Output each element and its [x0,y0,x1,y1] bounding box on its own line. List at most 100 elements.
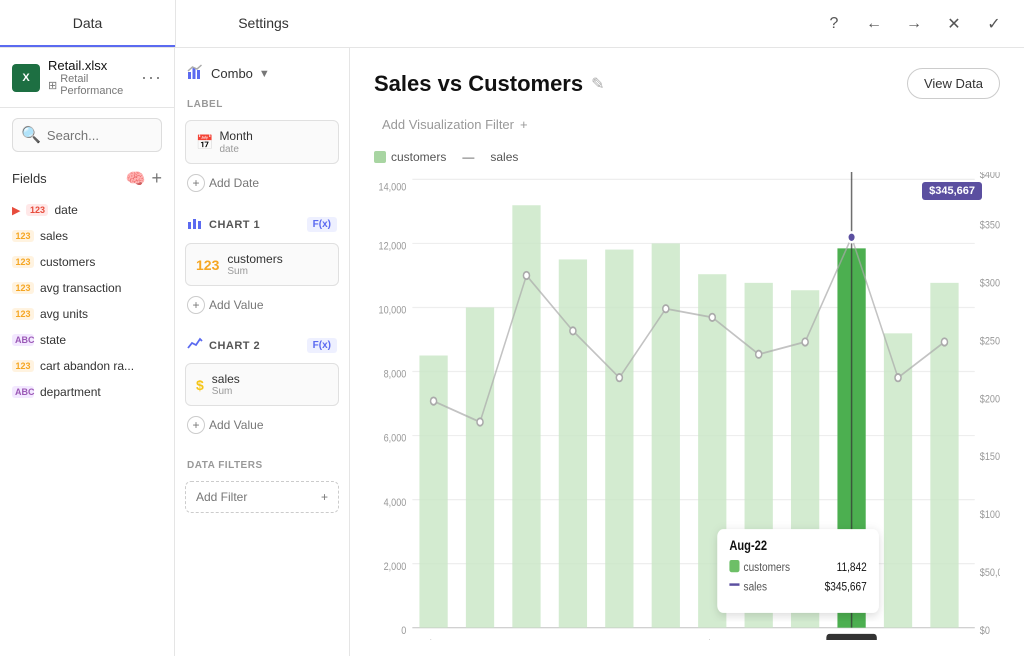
legend-sales-label: sales [490,150,518,164]
add-field-icon[interactable]: + [151,168,162,189]
svg-text:$200,000: $200,000 [980,394,1000,406]
chart1-add-value-btn[interactable]: + Add Value [175,290,349,320]
svg-text:Feb-22: Feb-22 [698,639,727,640]
legend-customers-label: customers [391,150,446,164]
svg-text:Aug-22: Aug-22 [837,639,867,640]
customers-value-card[interactable]: 123 customers Sum [185,243,339,286]
main-content: X Retail.xlsx ⊞ Retail Performance ··· 🔍… [0,48,1024,656]
tab-data[interactable]: Data [0,0,175,47]
svg-text:Feb-21: Feb-21 [419,639,448,640]
field-item-department[interactable]: ABC department [0,379,174,405]
svg-text:11,842: 11,842 [837,561,867,574]
customers-value-title: customers [227,252,282,266]
svg-text:sales: sales [744,581,768,594]
field-item-avg-units[interactable]: 123 avg units [0,301,174,327]
file-menu-icon[interactable]: ··· [141,67,162,88]
field-type-avg-transaction: 123 [12,282,34,294]
field-item-cart-abandon[interactable]: 123 cart abandon ra... [0,353,174,379]
svg-text:$50,000: $50,000 [980,567,1000,579]
svg-text:8,000: 8,000 [384,369,407,381]
svg-text:$300,000: $300,000 [980,278,1000,290]
field-name-sales: sales [40,229,68,243]
top-bar: Data Settings ? ← → ✕ ✓ [0,0,1024,48]
combo-chevron-icon: ▼ [259,68,270,80]
add-filter-btn[interactable]: Add Filter + [185,481,339,513]
combo-chart-icon [187,62,205,85]
add-viz-filter-label: Add Visualization Filter [382,117,514,132]
chart2-add-icon: + [187,416,205,434]
combo-label: Combo [211,66,253,81]
svg-text:Oct-21: Oct-21 [606,639,634,640]
brain-icon[interactable]: 🧠 [126,169,146,189]
svg-text:10,000: 10,000 [379,305,407,317]
filter-row: Add Visualization Filter + [374,113,1000,136]
data-filters-label: DATA FILTERS [175,456,349,477]
add-date-btn[interactable]: + Add Date [175,168,349,198]
field-item-state[interactable]: ABC state [0,327,174,353]
field-name-customers: customers [40,255,95,269]
close-icon[interactable]: ✕ [940,10,968,38]
field-item-avg-transaction[interactable]: 123 avg transaction [0,275,174,301]
combo-selector[interactable]: Combo ▼ [175,58,349,95]
field-type-state: ABC [12,334,34,346]
customers-value-sub: Sum [227,266,282,277]
field-item-sales[interactable]: 123 sales [0,223,174,249]
field-type-department: ABC [12,386,34,398]
file-text: Retail.xlsx ⊞ Retail Performance [48,58,133,97]
fields-sidebar: X Retail.xlsx ⊞ Retail Performance ··· 🔍… [0,48,175,656]
view-data-btn[interactable]: View Data [907,68,1000,99]
svg-text:14,000: 14,000 [379,182,407,194]
search-box[interactable]: 🔍 [12,118,162,152]
svg-text:$400,000: $400,000 [980,172,1000,181]
chart-title: Sales vs Customers [374,71,583,97]
field-type-cart-abandon: 123 [12,360,34,372]
help-icon[interactable]: ? [820,10,848,38]
chart1-fx-btn[interactable]: F(x) [307,217,337,232]
svg-text:$345,667: $345,667 [825,581,867,594]
edit-title-icon[interactable]: ✎ [591,74,604,94]
svg-text:Jun-22: Jun-22 [791,639,819,640]
chart2-title: CHART 2 [209,340,301,352]
chart2-icon [187,336,203,355]
undo-icon[interactable]: ← [860,10,888,38]
chart-title-row: Sales vs Customers ✎ View Data [374,68,1000,99]
chart2-fx-btn[interactable]: F(x) [307,338,337,353]
chart1-section: CHART 1 F(x) 123 customers Sum + Add Val… [175,210,349,320]
field-name-avg-transaction: avg transaction [40,281,121,295]
svg-text:Aug-21: Aug-21 [558,639,588,640]
legend-customers-color [374,151,386,163]
chart2-add-value-btn[interactable]: + Add Value [175,410,349,440]
svg-text:Dec-22: Dec-22 [930,639,960,640]
field-item-customers[interactable]: 123 customers [0,249,174,275]
sales-value-sub: Sum [212,386,240,397]
price-tag: $345,667 [922,182,982,200]
tab-settings[interactable]: Settings [176,0,351,47]
svg-text:$250,000: $250,000 [980,336,1000,348]
svg-text:4,000: 4,000 [384,497,407,509]
add-filter-icon: + [321,490,328,504]
check-icon[interactable]: ✓ [980,10,1008,38]
redo-icon[interactable]: → [900,10,928,38]
svg-text:$0: $0 [980,625,990,637]
svg-text:customers: customers [744,561,791,574]
customers-value-icon: 123 [196,257,219,273]
fields-header: Fields 🧠 + [0,162,174,195]
add-viz-filter-btn[interactable]: Add Visualization Filter + [374,113,536,136]
svg-text:$350,000: $350,000 [980,220,1000,232]
file-sub: ⊞ Retail Performance [48,73,133,97]
svg-text:$100,000: $100,000 [980,509,1000,521]
main-chart-svg: 0 2,000 4,000 6,000 8,000 10,000 12,000 … [374,172,1000,640]
field-name-department: department [40,385,101,399]
sales-value-card[interactable]: $ sales Sum [185,363,339,406]
search-icon: 🔍 [21,125,41,145]
sales-value-title: sales [212,372,240,386]
search-input[interactable] [47,128,153,143]
add-date-label: Add Date [209,176,259,190]
chart2-add-label: Add Value [209,418,264,432]
table-icon: ⊞ [48,79,57,92]
month-card[interactable]: 📅 Month date [185,120,339,164]
svg-text:Apr-21: Apr-21 [466,639,494,640]
field-item-date[interactable]: ▶ 123 date [0,197,174,223]
field-list: ▶ 123 date 123 sales 123 customers 123 a… [0,195,174,656]
top-bar-actions: ? ← → ✕ ✓ [820,10,1024,38]
